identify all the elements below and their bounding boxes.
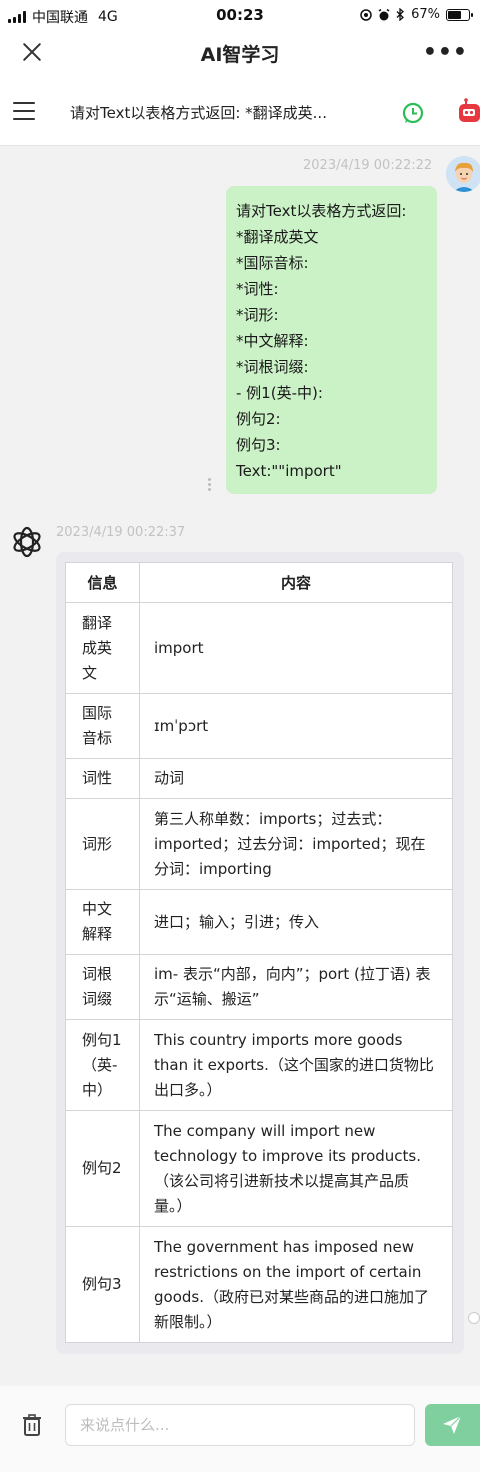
message-input[interactable] bbox=[65, 1404, 415, 1446]
table-header-cell: 信息 bbox=[65, 562, 140, 603]
message-line: *词性: bbox=[236, 280, 279, 298]
trash-icon[interactable] bbox=[22, 1414, 42, 1436]
location-icon bbox=[360, 8, 372, 21]
table-row: 例句3 The government has imposed new restr… bbox=[65, 1226, 453, 1343]
table-value-cell: 进口；输入；引进；传入 bbox=[139, 889, 453, 955]
table-header-cell: 内容 bbox=[139, 562, 453, 603]
user-message-timestamp: 2023/4/19 00:22:22 bbox=[303, 158, 433, 173]
scroll-indicator[interactable] bbox=[468, 1312, 480, 1324]
message-line: 例句2: bbox=[236, 410, 281, 428]
table-key-cell: 例句3 bbox=[65, 1226, 140, 1343]
input-bar bbox=[0, 1386, 480, 1472]
table-row: 词形 第三人称单数：imports；过去式：imported；过去分词：impo… bbox=[65, 798, 453, 890]
word-info-table: 信息 内容 翻译成英文 import 国际音标 ɪmˈpɔrt 词性 动词 词形… bbox=[65, 562, 453, 1343]
user-avatar[interactable] bbox=[446, 156, 480, 192]
send-button[interactable] bbox=[425, 1404, 480, 1446]
message-line: Text:""import" bbox=[236, 462, 342, 480]
battery-percent: 67% bbox=[411, 7, 440, 22]
table-value-cell: import bbox=[139, 602, 453, 694]
message-options-icon[interactable] bbox=[208, 478, 214, 493]
menu-icon[interactable] bbox=[13, 102, 35, 120]
table-key-cell: 中文解释 bbox=[65, 889, 140, 955]
message-line: *词形: bbox=[236, 306, 279, 324]
conversation-title[interactable]: 请对Text以表格方式返回: *翻译成英... bbox=[70, 102, 370, 123]
openai-logo-icon bbox=[13, 526, 41, 558]
message-line: - 例1(英-中): bbox=[236, 384, 323, 402]
table-row: 翻译成英文 import bbox=[65, 602, 453, 694]
table-key-cell: 例句1（英-中） bbox=[65, 1019, 140, 1111]
page-title: AI智学习 bbox=[200, 44, 280, 66]
user-message-bubble[interactable]: 请对Text以表格方式返回: *翻译成英文 *国际音标: *词性: *词形: *… bbox=[226, 186, 437, 494]
status-right: 67% bbox=[360, 7, 473, 22]
table-value-cell: This country imports more goods than it … bbox=[139, 1019, 453, 1111]
table-value-cell: 动词 bbox=[139, 758, 453, 799]
table-row: 中文解释 进口；输入；引进；传入 bbox=[65, 889, 453, 955]
ai-message-timestamp: 2023/4/19 00:22:37 bbox=[56, 525, 186, 540]
message-line: 例句3: bbox=[236, 436, 281, 454]
message-line: 请对Text以表格方式返回: bbox=[236, 202, 407, 220]
send-icon bbox=[443, 1415, 462, 1434]
message-line: *国际音标: bbox=[236, 254, 309, 272]
table-row: 词根词缀 im- 表示“内部，向内”；port (拉丁语) 表示“运输、搬运” bbox=[65, 954, 453, 1020]
table-key-cell: 国际音标 bbox=[65, 693, 140, 759]
table-value-cell: ɪmˈpɔrt bbox=[139, 693, 453, 759]
table-value-cell: 第三人称单数：imports；过去式：imported；过去分词：importe… bbox=[139, 798, 453, 890]
status-bar: 中国联通 4G 00:23 67% bbox=[0, 0, 480, 30]
battery-icon bbox=[446, 8, 473, 21]
close-icon[interactable] bbox=[20, 40, 44, 64]
table-row: 国际音标 ɪmˈpɔrt bbox=[65, 693, 453, 759]
table-value-cell: The government has imposed new restricti… bbox=[139, 1226, 453, 1343]
table-key-cell: 词性 bbox=[65, 758, 140, 799]
table-value-cell: im- 表示“内部，向内”；port (拉丁语) 表示“运输、搬运” bbox=[139, 954, 453, 1020]
message-line: *翻译成英文 bbox=[236, 228, 319, 246]
more-icon[interactable]: ••• bbox=[423, 40, 468, 65]
alarm-icon bbox=[378, 8, 390, 20]
table-key-cell: 词形 bbox=[65, 798, 140, 890]
table-row: 词性 动词 bbox=[65, 758, 453, 799]
table-row: 例句1（英-中） This country imports more goods… bbox=[65, 1019, 453, 1111]
robot-icon[interactable] bbox=[458, 98, 480, 126]
table-key-cell: 翻译成英文 bbox=[65, 602, 140, 694]
message-line: *词根词缀: bbox=[236, 358, 309, 376]
bluetooth-icon bbox=[396, 8, 405, 21]
message-line: *中文解释: bbox=[236, 332, 309, 350]
table-key-cell: 例句2 bbox=[65, 1110, 140, 1227]
battery-fill bbox=[448, 10, 461, 19]
table-row: 例句2 The company will import new technolo… bbox=[65, 1110, 453, 1227]
table-key-cell: 词根词缀 bbox=[65, 954, 140, 1020]
user-avatar-image bbox=[446, 156, 480, 192]
whatsapp-icon[interactable] bbox=[402, 102, 424, 124]
table-header-row: 信息 内容 bbox=[65, 562, 453, 603]
title-bar: AI智学习 ••• bbox=[0, 30, 480, 80]
table-value-cell: The company will import new technology t… bbox=[139, 1110, 453, 1227]
